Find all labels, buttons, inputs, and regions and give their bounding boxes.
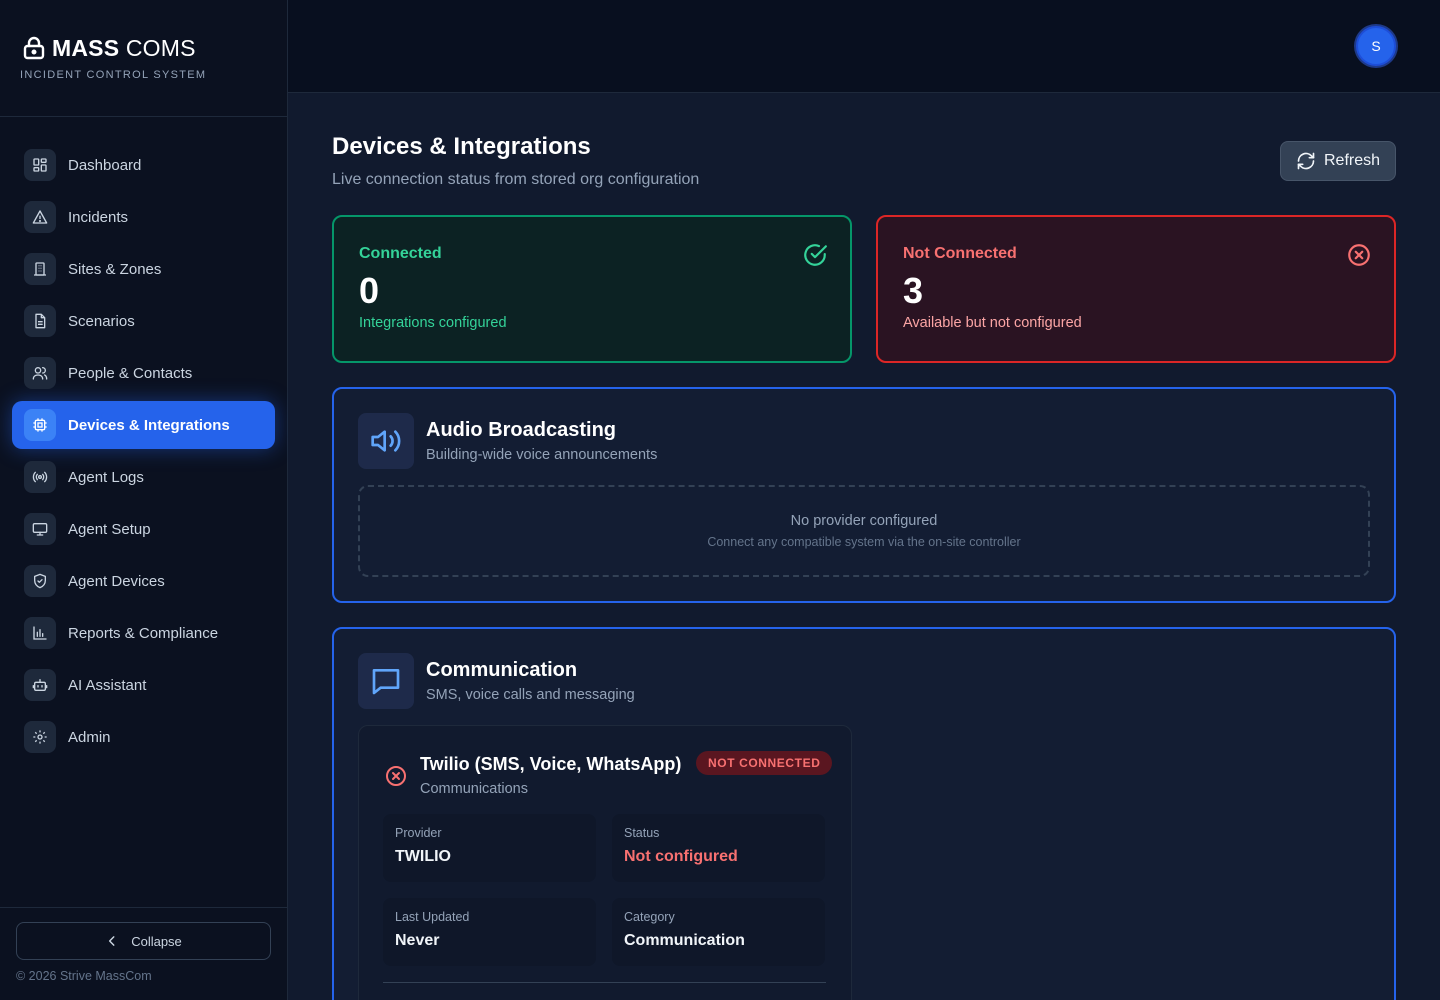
field-value: Communication xyxy=(624,932,745,949)
communication-section: Communication SMS, voice calls and messa… xyxy=(332,627,1396,1000)
x-circle-icon xyxy=(386,766,406,786)
section-subtitle: SMS, voice calls and messaging xyxy=(426,687,635,703)
shield-icon xyxy=(24,565,56,597)
grid-icon xyxy=(24,149,56,181)
empty-title: No provider configured xyxy=(790,513,938,529)
stat-value: 0 xyxy=(359,270,380,311)
provider-field: Provider TWILIO xyxy=(383,814,596,882)
sidebar-item-agent-setup[interactable]: Agent Setup xyxy=(12,505,275,553)
users-icon xyxy=(24,357,56,389)
refresh-icon xyxy=(1297,152,1315,170)
chip-icon xyxy=(24,409,56,441)
sidebar-item-label: Scenarios xyxy=(68,312,135,330)
sidebar-item-label: Agent Setup xyxy=(68,520,151,538)
sidebar-item-label: Incidents xyxy=(68,208,129,226)
x-circle-icon xyxy=(1348,244,1370,266)
sidebar-item-label: Admin xyxy=(68,728,111,746)
field-label: Provider xyxy=(395,826,442,840)
main-content: Devices & Integrations Live connection s… xyxy=(288,93,1440,1000)
page-title: Devices & Integrations xyxy=(332,133,591,160)
stat-description: Available but not configured xyxy=(903,315,1082,331)
collapse-button[interactable]: Collapse xyxy=(16,922,271,960)
gear-icon xyxy=(24,721,56,753)
sidebar-item-label: Reports & Compliance xyxy=(68,624,219,642)
warning-icon xyxy=(24,201,56,233)
avatar[interactable]: S xyxy=(1356,26,1396,66)
brand-tagline: INCIDENT CONTROL SYSTEM xyxy=(20,69,207,81)
lock-icon xyxy=(23,36,45,60)
sidebar-item-label: Agent Devices xyxy=(68,572,165,590)
page-subtitle: Live connection status from stored org c… xyxy=(332,171,700,188)
not-connected-stat-card: Not Connected 3 Available but not config… xyxy=(876,215,1396,363)
integration-title: Twilio (SMS, Voice, WhatsApp) xyxy=(420,754,682,774)
field-value: Never xyxy=(395,932,440,949)
refresh-button[interactable]: Refresh xyxy=(1280,141,1396,181)
sidebar-nav: Dashboard Incidents Sites & Zones Scenar… xyxy=(12,141,275,765)
section-title: Communication xyxy=(426,659,578,681)
status-badge: NOT CONNECTED xyxy=(696,751,833,775)
sidebar-footer: Collapse © 2026 Strive MassCom xyxy=(0,907,287,1000)
field-value: Not configured xyxy=(624,848,738,865)
sidebar-item-people-contacts[interactable]: People & Contacts xyxy=(12,349,275,397)
document-icon xyxy=(24,305,56,337)
field-label: Category xyxy=(624,910,675,924)
logo[interactable]: MASS COMS xyxy=(22,34,287,62)
sidebar-item-sites-zones[interactable]: Sites & Zones xyxy=(12,245,275,293)
stat-title: Connected xyxy=(359,245,442,262)
sidebar-item-label: People & Contacts xyxy=(68,364,193,382)
monitor-icon xyxy=(24,513,56,545)
integration-subtitle: Communications xyxy=(420,781,528,797)
field-label: Status xyxy=(624,826,660,840)
stat-title: Not Connected xyxy=(903,245,1017,262)
robot-icon xyxy=(24,669,56,701)
divider xyxy=(383,982,826,983)
brand-name: MASS COMS xyxy=(52,34,196,61)
sidebar-item-incidents[interactable]: Incidents xyxy=(12,193,275,241)
check-circle-icon xyxy=(804,244,827,266)
sidebar-item-agent-logs[interactable]: Agent Logs xyxy=(12,453,275,501)
integration-card-twilio[interactable]: Twilio (SMS, Voice, WhatsApp) Communicat… xyxy=(358,725,852,1000)
status-field: Status Not configured xyxy=(612,814,825,882)
top-bar: S xyxy=(288,0,1440,93)
sidebar-item-label: Devices & Integrations xyxy=(68,416,230,434)
empty-provider-placeholder: No provider configured Connect any compa… xyxy=(358,485,1370,577)
field-label: Last Updated xyxy=(395,910,470,924)
sidebar-item-devices-integrations[interactable]: Devices & Integrations xyxy=(12,401,275,449)
chevron-left-icon xyxy=(109,936,115,946)
sidebar-item-dashboard[interactable]: Dashboard xyxy=(12,141,275,189)
last-updated-field: Last Updated Never xyxy=(383,898,596,966)
category-field: Category Communication xyxy=(612,898,825,966)
collapse-label: Collapse xyxy=(131,933,182,949)
stat-description: Integrations configured xyxy=(359,315,507,331)
sidebar: MASS COMS INCIDENT CONTROL SYSTEM Dashbo… xyxy=(0,0,288,1000)
audio-broadcasting-section: Audio Broadcasting Building-wide voice a… xyxy=(332,387,1396,603)
chat-icon xyxy=(358,653,414,709)
section-title: Audio Broadcasting xyxy=(426,419,617,441)
sidebar-item-agent-devices[interactable]: Agent Devices xyxy=(12,557,275,605)
speaker-icon xyxy=(358,413,414,469)
field-value: TWILIO xyxy=(395,848,451,865)
sidebar-item-label: Dashboard xyxy=(68,156,142,174)
sidebar-item-reports-compliance[interactable]: Reports & Compliance xyxy=(12,609,275,657)
stat-value: 3 xyxy=(903,270,924,311)
sidebar-item-ai-assistant[interactable]: AI Assistant xyxy=(12,661,275,709)
sidebar-item-label: Agent Logs xyxy=(68,468,144,486)
refresh-label: Refresh xyxy=(1323,152,1381,169)
sidebar-item-label: Sites & Zones xyxy=(68,260,162,278)
broadcast-icon xyxy=(24,461,56,493)
copyright: © 2026 Strive MassCom xyxy=(16,969,152,983)
building-icon xyxy=(24,253,56,285)
section-subtitle: Building-wide voice announcements xyxy=(426,447,658,463)
sidebar-item-admin[interactable]: Admin xyxy=(12,713,275,761)
empty-subtitle: Connect any compatible system via the on… xyxy=(707,535,1021,549)
brand: MASS COMS INCIDENT CONTROL SYSTEM xyxy=(0,0,287,117)
bar-chart-icon xyxy=(24,617,56,649)
sidebar-item-scenarios[interactable]: Scenarios xyxy=(12,297,275,345)
connected-stat-card: Connected 0 Integrations configured xyxy=(332,215,852,363)
sidebar-item-label: AI Assistant xyxy=(68,676,147,694)
